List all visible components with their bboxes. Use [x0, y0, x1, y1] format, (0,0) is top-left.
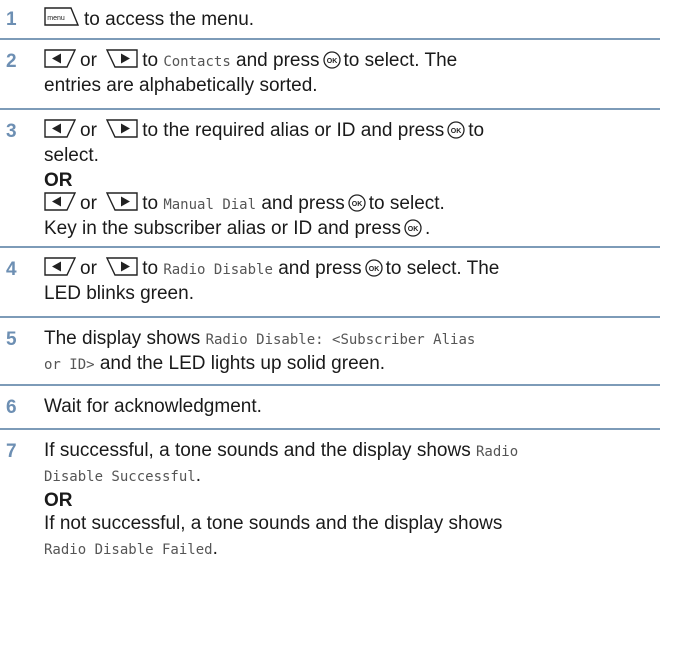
right-arrow-key-icon	[106, 118, 138, 146]
step-text: to access the menu.	[84, 9, 255, 30]
left-arrow-key-icon	[44, 191, 76, 219]
left-arrow-key-icon	[44, 118, 76, 146]
step-number: 7	[6, 441, 17, 462]
right-arrow-key-icon	[106, 256, 138, 284]
ok-key-icon	[447, 121, 465, 146]
display-text: Radio Disable: <Subscriber Alias	[205, 332, 476, 348]
or-heading: OR	[44, 170, 73, 191]
display-text: Radio Disable Failed	[44, 542, 213, 558]
ok-key-icon	[322, 51, 341, 76]
left-arrow-key-icon	[44, 256, 76, 284]
divider	[0, 38, 660, 40]
display-text: Radio	[475, 444, 519, 460]
menu-item-manual-dial: Manual Dial	[163, 197, 257, 213]
or-heading: OR	[44, 490, 73, 511]
right-arrow-key-icon	[106, 191, 138, 219]
display-text: or ID>	[44, 357, 95, 373]
display-text: Disable Successful	[44, 469, 196, 485]
divider	[0, 108, 660, 110]
ok-key-icon	[404, 219, 422, 244]
menu-item-radio-disable: Radio Disable	[163, 262, 273, 278]
divider	[0, 428, 660, 430]
step-number: 1	[6, 9, 17, 30]
step-number: 5	[6, 329, 17, 350]
step-number: 2	[6, 51, 17, 72]
menu-item-contacts: Contacts	[163, 54, 231, 70]
right-arrow-key-icon	[106, 48, 138, 76]
divider	[0, 316, 660, 318]
divider	[0, 246, 660, 248]
step-number: 4	[6, 259, 17, 280]
menu-key-icon: menu	[44, 6, 80, 35]
svg-text:menu: menu	[47, 15, 65, 22]
divider	[0, 384, 660, 386]
step-number: 6	[6, 397, 17, 418]
step-number: 3	[6, 121, 17, 142]
ok-key-icon	[364, 259, 383, 284]
left-arrow-key-icon	[44, 48, 76, 76]
